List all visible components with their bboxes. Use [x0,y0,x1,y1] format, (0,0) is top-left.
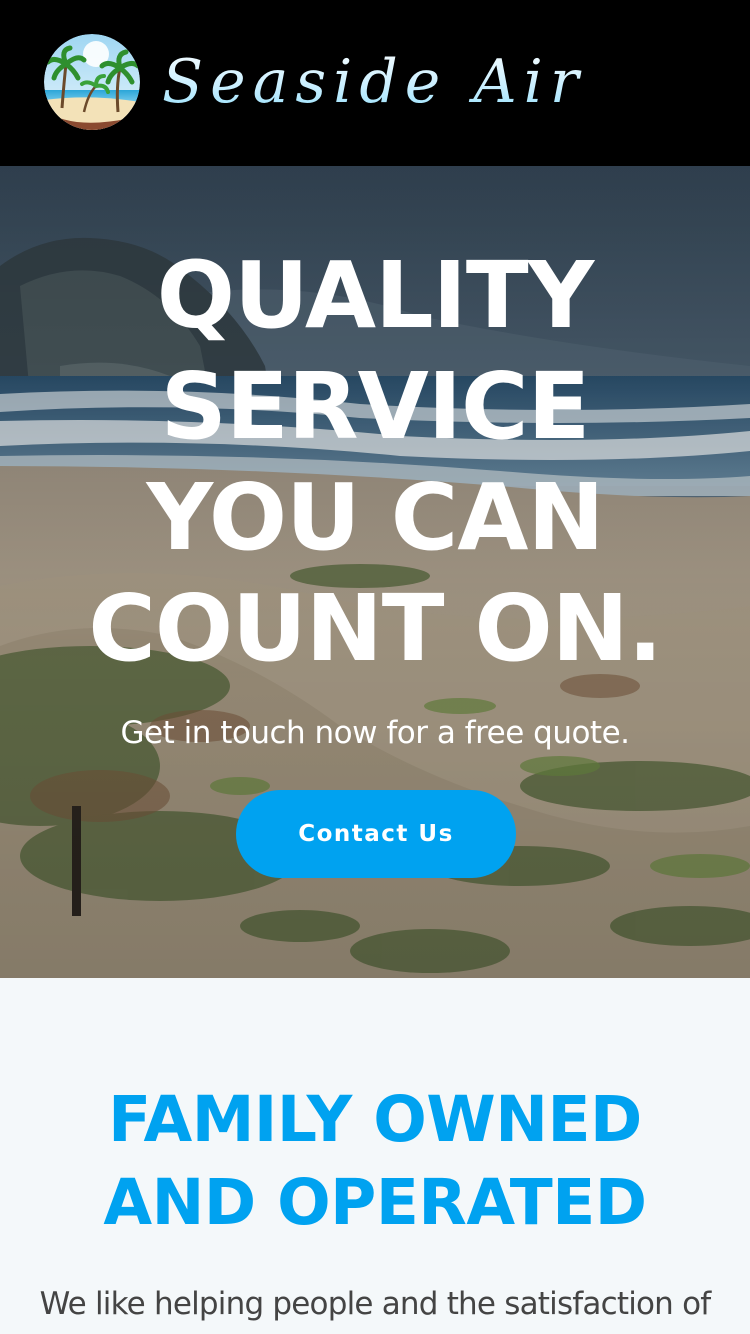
about-title: FAMILY OWNED AND OPERATED [0,1078,750,1244]
about-text: We like helping people and the satisfact… [39,1286,712,1322]
logo-text: Seaside Air [162,42,586,122]
hero-section: QUALITY SERVICE YOU CAN COUNT ON. Get in… [0,166,750,978]
about-title-line: AND OPERATED [103,1166,647,1239]
hero-title-line: COUNT ON. [88,575,662,682]
hero-subtitle: Get in touch now for a free quote. [120,715,630,751]
about-title-line: FAMILY OWNED [108,1083,642,1156]
logo-link[interactable]: Seaside Air [38,30,579,134]
hero-title-line: QUALITY [156,242,595,349]
site-header: Seaside Air [0,0,750,166]
palm-beach-icon [44,34,140,130]
hero-title-line: YOU CAN [146,464,605,571]
contact-us-button[interactable]: Contact Us [236,790,516,878]
hero-title-line: SERVICE [160,353,591,460]
page: Seaside Air QUALITY SERVICE YOU CAN COUN… [0,0,750,1334]
hero-title: QUALITY SERVICE YOU CAN COUNT ON. [0,240,750,684]
about-section: FAMILY OWNED AND OPERATED We like helpin… [0,978,750,1334]
